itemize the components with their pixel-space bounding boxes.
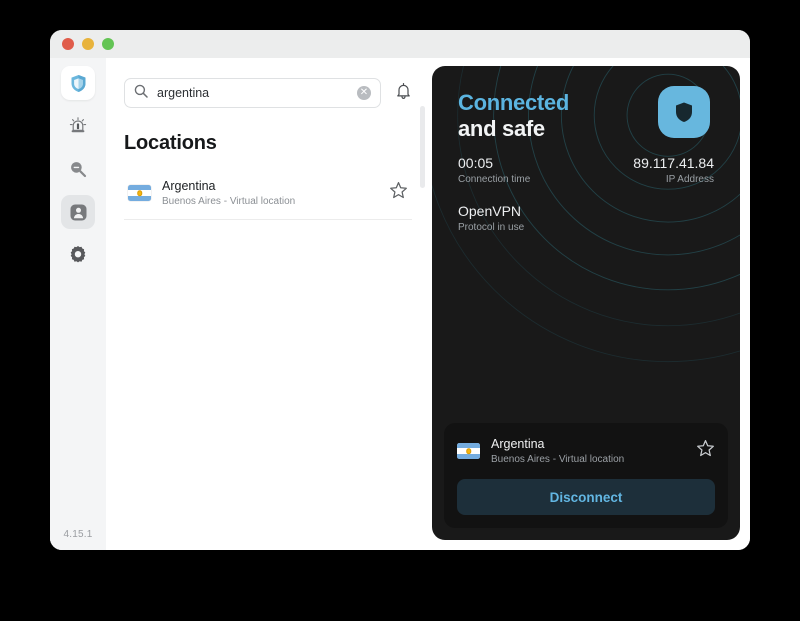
page-title: Locations	[124, 132, 217, 154]
shield-logo-icon	[658, 86, 710, 138]
bell-icon[interactable]	[395, 82, 412, 105]
disconnect-button[interactable]: Disconnect	[457, 479, 715, 515]
sidebar-item-settings[interactable]	[61, 238, 95, 272]
locations-list: Argentina Buenos Aires - Virtual locatio…	[124, 171, 412, 220]
argentina-flag-icon	[457, 443, 480, 459]
close-button[interactable]	[62, 38, 74, 50]
app-window: 4.15.1 ✕	[50, 30, 750, 550]
alarm-icon	[69, 117, 87, 135]
app-version: 4.15.1	[63, 529, 93, 540]
location-subtitle: Buenos Aires - Virtual location	[162, 196, 296, 207]
maximize-button[interactable]	[102, 38, 114, 50]
sidebar-item-threat-protection[interactable]	[61, 109, 95, 143]
favorite-star-icon[interactable]	[696, 439, 715, 463]
ip-address-block: 89.117.41.84 IP Address	[633, 154, 714, 187]
search-box[interactable]: ✕	[124, 78, 381, 108]
location-country: Argentina	[162, 179, 216, 193]
active-location-country: Argentina	[491, 437, 545, 451]
protocol-value: OpenVPN	[458, 203, 522, 219]
sidebar: 4.15.1	[50, 58, 106, 550]
title-bar	[50, 30, 750, 58]
connection-status: Connected and safe	[458, 90, 569, 142]
connection-time-value: 00:05	[458, 155, 494, 171]
list-item[interactable]: Argentina Buenos Aires - Virtual locatio…	[124, 171, 412, 220]
search-row: ✕	[124, 78, 412, 108]
ip-address-label: IP Address	[665, 174, 714, 185]
shield-icon	[70, 74, 87, 93]
connection-time-block: 00:05 Connection time	[458, 154, 530, 187]
status-line-1: Connected	[458, 90, 569, 115]
window-body: 4.15.1 ✕	[50, 58, 750, 550]
minimize-button[interactable]	[82, 38, 94, 50]
sidebar-item-scan[interactable]	[61, 152, 95, 186]
sidebar-item-account[interactable]	[61, 195, 95, 229]
clear-search-icon[interactable]: ✕	[357, 86, 371, 100]
argentina-flag-icon	[128, 185, 151, 201]
sidebar-item-vpn[interactable]	[61, 66, 95, 100]
active-location-subtitle: Buenos Aires - Virtual location	[491, 454, 625, 465]
active-location-row[interactable]: Argentina Buenos Aires - Virtual locatio…	[457, 435, 715, 467]
search-icon	[134, 84, 148, 103]
protocol-block: OpenVPN Protocol in use	[458, 202, 524, 235]
search-scan-icon	[69, 160, 87, 178]
locations-pane: ✕ Locations Argentina	[106, 58, 430, 550]
connection-pane: Connected and safe 00:05 Connection time…	[430, 58, 750, 550]
active-location-card: Argentina Buenos Aires - Virtual locatio…	[444, 423, 728, 528]
status-line-2: and safe	[458, 116, 545, 141]
connection-time-label: Connection time	[458, 174, 531, 185]
connection-panel: Connected and safe 00:05 Connection time…	[432, 66, 740, 540]
location-text: Argentina Buenos Aires - Virtual locatio…	[162, 177, 378, 209]
active-location-text: Argentina Buenos Aires - Virtual locatio…	[491, 435, 685, 467]
gear-icon	[69, 246, 87, 264]
favorite-star-icon[interactable]	[389, 181, 408, 205]
search-input[interactable]	[157, 86, 348, 100]
ip-address-value: 89.117.41.84	[633, 155, 714, 171]
locations-scrollbar[interactable]	[420, 106, 425, 188]
protocol-label: Protocol in use	[458, 222, 525, 233]
account-icon	[70, 204, 87, 221]
